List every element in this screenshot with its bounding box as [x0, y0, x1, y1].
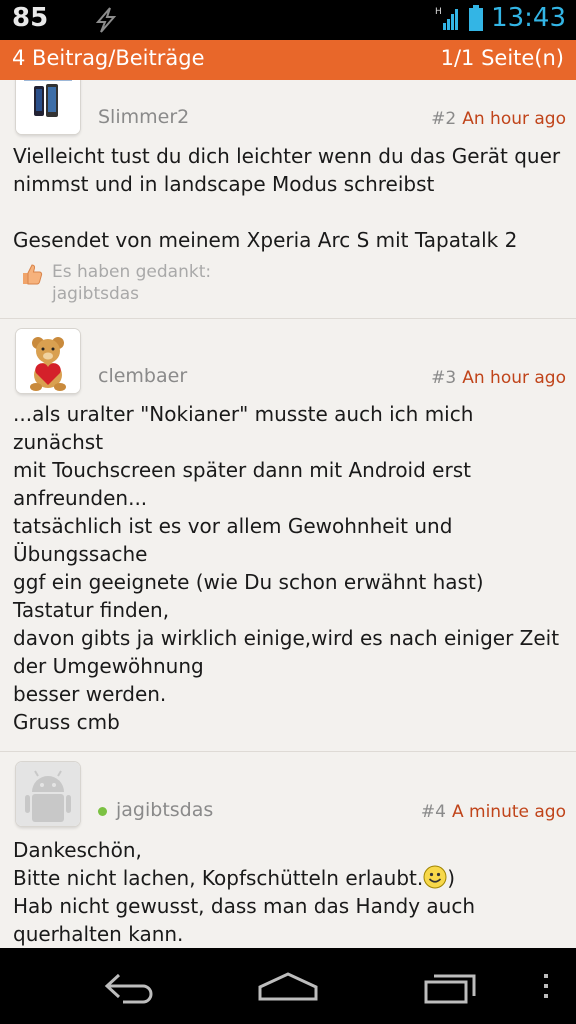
thread-header: 4 Beitrag/Beiträge 1/1 Seite(n)	[0, 40, 576, 80]
post-line: besser werden.	[13, 682, 167, 706]
post-line	[13, 198, 569, 226]
notification-count: 85	[12, 3, 49, 33]
post-time: A minute ago	[451, 802, 566, 822]
thanks-user[interactable]: jagibtsdas	[52, 284, 139, 304]
phone-icon	[16, 80, 80, 134]
android-avatar-icon	[16, 762, 80, 826]
post-2: Slimmer2 #2 An hour ago Vielleicht tust …	[0, 80, 576, 318]
post-line: Gesendet von meinem Xperia Arc S mit Tap…	[13, 228, 518, 252]
post-time: An hour ago	[462, 109, 566, 129]
post-line: der Umgewöhnung	[13, 654, 204, 678]
home-icon[interactable]	[253, 962, 323, 1012]
post-body: ...als uralter "Nokianer" musste auch ic…	[13, 400, 569, 736]
avatar[interactable]	[16, 762, 80, 826]
thumbs-up-icon	[23, 264, 43, 285]
post-line: davon gibts ja wirklich einige,wird es n…	[13, 626, 560, 650]
username[interactable]: jagibtsdas	[116, 799, 213, 821]
post-line: zunächst	[13, 430, 104, 454]
recents-icon[interactable]	[416, 962, 486, 1012]
navigation-bar	[0, 948, 576, 1024]
post-meta: #4 A minute ago	[421, 802, 566, 822]
post-line: ggf ein geeignete (wie Du schon erwähnt …	[13, 570, 484, 594]
post-3: clembaer #3 An hour ago ...als uralter "…	[0, 319, 576, 751]
teddy-bear-icon	[16, 329, 80, 393]
post-line: nimmst und in landscape Modus schreibst	[13, 172, 435, 196]
post-body: Dankeschön, Bitte nicht lachen, Kopfschü…	[13, 836, 569, 948]
avatar[interactable]	[16, 80, 80, 134]
smiley-icon	[423, 865, 447, 889]
post-line: tatsächlich ist es vor allem Gewohnheit …	[13, 514, 453, 538]
post-line: Hab nicht gewusst, dass man das Handy au…	[13, 894, 475, 918]
thanks-label: Es haben gedankt:	[52, 262, 212, 282]
clock: 13:43	[491, 3, 566, 33]
online-status-indicator	[98, 807, 107, 816]
post-line: Tastatur finden,	[13, 598, 170, 622]
status-bar: 85 H 13:43	[0, 0, 576, 40]
post-number: #3	[431, 368, 457, 388]
post-number: #4	[420, 802, 446, 822]
post-line: anfreunden...	[13, 486, 148, 510]
post-number: #2	[431, 109, 457, 129]
username[interactable]: Slimmer2	[98, 106, 189, 128]
post-line: mit Touchscreen später dann mit Android …	[13, 458, 471, 482]
post-4: jagibtsdas #4 A minute ago Dankeschön, B…	[0, 752, 576, 948]
lightning-icon	[95, 7, 117, 33]
network-type: H	[435, 7, 442, 17]
post-line-suffix: )	[447, 866, 456, 890]
post-line: ...als uralter "Nokianer" musste auch ic…	[13, 402, 474, 426]
post-line: Bitte nicht lachen, Kopfschütteln erlaub…	[13, 864, 569, 892]
post-body: Vielleicht tust du dich leichter wenn du…	[13, 142, 569, 254]
battery-icon	[469, 5, 484, 31]
post-list[interactable]: Slimmer2 #2 An hour ago Vielleicht tust …	[0, 80, 576, 948]
post-meta: #3 An hour ago	[431, 368, 566, 388]
page-indicator[interactable]: 1/1 Seite(n)	[441, 46, 564, 70]
back-icon[interactable]	[93, 962, 163, 1012]
post-time: An hour ago	[462, 368, 566, 388]
post-line: Gruss cmb	[13, 710, 120, 734]
post-line: querhalten kann.	[13, 922, 184, 946]
post-meta: #2 An hour ago	[431, 109, 566, 129]
overflow-menu-icon[interactable]	[536, 962, 556, 1012]
post-line: Dankeschön,	[13, 838, 142, 862]
post-line: Übungssache	[13, 542, 148, 566]
signal-icon: H	[435, 7, 459, 30]
post-line: Vielleicht tust du dich leichter wenn du…	[13, 144, 561, 168]
avatar[interactable]	[16, 329, 80, 393]
post-line-text: Bitte nicht lachen, Kopfschütteln erlaub…	[13, 866, 424, 890]
post-count: 4 Beitrag/Beiträge	[12, 46, 205, 70]
username[interactable]: clembaer	[98, 365, 187, 387]
